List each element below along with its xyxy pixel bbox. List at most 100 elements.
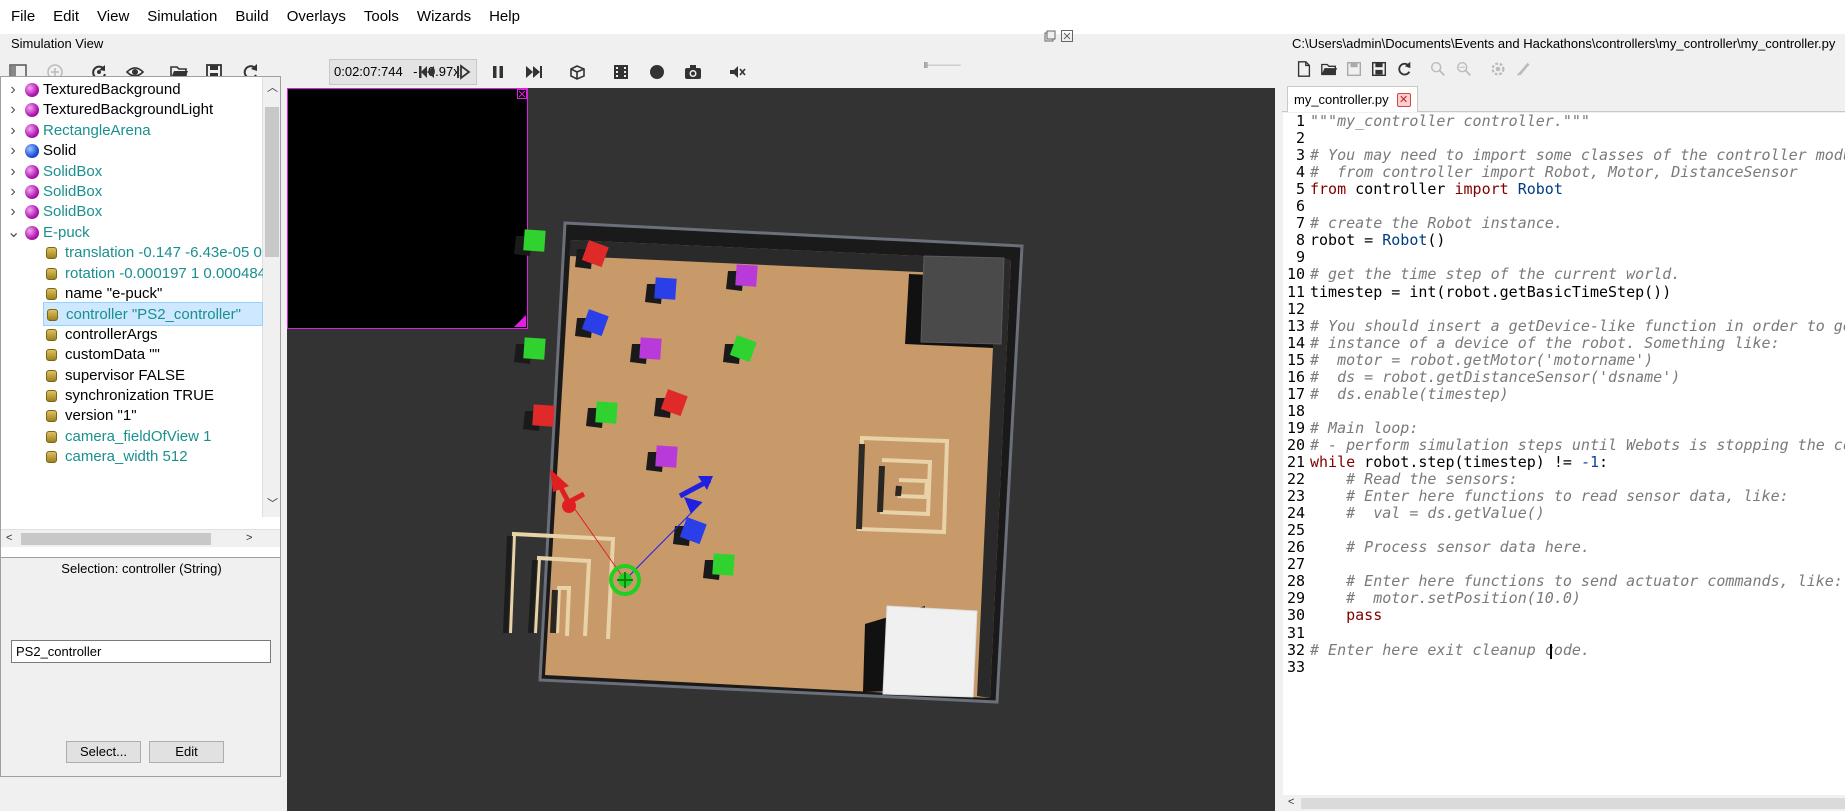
code-line[interactable]: """my_controller controller.""" xyxy=(1310,113,1590,130)
line-number: 29 xyxy=(1286,589,1305,608)
code-line[interactable]: # Read the sensors: xyxy=(1310,470,1518,488)
line-number: 21 xyxy=(1286,453,1305,471)
code-line[interactable]: robot = Robot() xyxy=(1310,232,1445,249)
scene-tree-field[interactable]: camera_width 512 xyxy=(1,445,263,469)
scrollbar-thumb[interactable] xyxy=(1301,798,1845,809)
code-line[interactable]: # from controller import Robot, Motor, D… xyxy=(1310,164,1798,181)
record-icon[interactable] xyxy=(647,62,667,82)
code-line[interactable]: while robot.step(timestep) != -1: xyxy=(1310,453,1608,471)
save-file-icon[interactable] xyxy=(1344,59,1364,79)
node-sphere-icon xyxy=(25,185,39,199)
code-line[interactable]: # - perform simulation steps until Webot… xyxy=(1310,436,1845,454)
code-line[interactable]: pass xyxy=(1310,607,1382,624)
pause-icon[interactable] xyxy=(488,62,508,82)
code-line[interactable]: # Process sensor data here. xyxy=(1310,539,1590,556)
line-number: 7 xyxy=(1295,214,1305,233)
find-icon[interactable] xyxy=(1428,59,1448,79)
code-editor[interactable]: 1 2 3 4 5 6 7 8 9 10 11 12 13 14 15 16 17 18 19 20 21 22 23 24 2… xyxy=(1283,113,1845,795)
menu-view[interactable]: View xyxy=(88,0,138,34)
scroll-left-icon[interactable]: < xyxy=(1288,796,1294,808)
menu-wizards[interactable]: Wizards xyxy=(408,0,480,34)
code-line[interactable]: # motor.setPosition(10.0) xyxy=(1310,590,1581,607)
cube-icon[interactable] xyxy=(567,62,587,82)
line-number: 32 xyxy=(1286,640,1305,659)
code-line[interactable]: # ds.enable(timestep) xyxy=(1310,385,1509,403)
field-cylinder-icon xyxy=(46,369,57,382)
code-line[interactable]: # motor = robot.getMotor('motorname') xyxy=(1310,351,1653,369)
code-line[interactable]: # Main loop: xyxy=(1310,419,1418,437)
step-icon[interactable] xyxy=(453,62,473,82)
solid-box-cube[interactable] xyxy=(514,337,546,364)
field-cylinder-icon xyxy=(46,430,57,443)
field-cylinder-icon xyxy=(46,349,57,362)
menu-build[interactable]: Build xyxy=(226,0,277,34)
clean-icon[interactable] xyxy=(1514,59,1534,79)
video-record-icon[interactable] xyxy=(611,62,631,82)
node-sphere-icon xyxy=(25,123,39,138)
solid-box-cube[interactable] xyxy=(514,229,546,256)
code-line[interactable]: # create the Robot instance. xyxy=(1310,215,1563,232)
scene-tree-vertical-scrollbar[interactable]: ︿ ﹀ xyxy=(262,77,280,517)
revert-icon[interactable] xyxy=(1394,59,1414,79)
code-horizontal-scrollbar[interactable]: < xyxy=(1283,796,1845,811)
line-number: 33 xyxy=(1286,657,1305,676)
line-number: 5 xyxy=(1295,180,1305,199)
scrollbar-thumb[interactable] xyxy=(265,107,279,257)
line-number: 13 xyxy=(1286,316,1305,335)
node-sphere-icon xyxy=(25,144,39,159)
build-icon[interactable] xyxy=(1488,59,1508,79)
code-line[interactable]: # Enter here functions to read sensor da… xyxy=(1310,488,1789,505)
open-file-icon[interactable] xyxy=(1319,59,1339,79)
code-line[interactable]: # You may need to import some classes of… xyxy=(1310,147,1845,164)
dark-box xyxy=(920,255,1005,345)
field-label: camera_width 512 xyxy=(65,448,188,466)
code-line[interactable]: # Enter here functions to send actuator … xyxy=(1310,573,1843,590)
code-line[interactable]: # Enter here exit cleanup code. xyxy=(1310,641,1590,659)
new-file-icon[interactable] xyxy=(1294,59,1314,79)
float-panel-icon[interactable] xyxy=(1044,30,1056,42)
controller-field-input[interactable]: PS2_controller xyxy=(11,640,271,663)
menu-tools[interactable]: Tools xyxy=(355,0,408,34)
scroll-down-icon[interactable]: ﹀ xyxy=(267,495,278,511)
node-sphere-icon xyxy=(25,205,39,220)
node-sphere-icon xyxy=(25,164,39,179)
tab-close-icon[interactable]: ✕ xyxy=(1396,93,1411,107)
step-back-icon[interactable] xyxy=(416,62,436,82)
save-as-icon[interactable] xyxy=(1369,59,1389,79)
3d-view[interactable] xyxy=(287,88,1275,811)
replace-icon[interactable] xyxy=(1454,59,1474,79)
speaker-mute-icon[interactable] xyxy=(727,62,747,82)
code-line[interactable]: from controller import Robot xyxy=(1310,181,1563,198)
edit-button[interactable]: Edit xyxy=(149,741,224,763)
scene-tree-horizontal-scrollbar[interactable]: < > xyxy=(1,529,280,547)
menu-file[interactable]: File xyxy=(2,0,44,34)
fast-forward-icon[interactable] xyxy=(524,62,544,82)
code-line[interactable]: # ds = robot.getDistanceSensor('dsname') xyxy=(1310,368,1680,386)
solid-box-cube[interactable] xyxy=(523,404,555,431)
scene-tree[interactable]: ︿ ﹀ < > › TexturedBackground › TexturedBack… xyxy=(0,76,281,572)
node-sphere-icon xyxy=(25,83,39,97)
scroll-up-icon[interactable]: ︿ xyxy=(267,79,278,95)
menu-edit[interactable]: Edit xyxy=(44,0,88,34)
close-panel-icon[interactable] xyxy=(1061,30,1073,42)
menu-help[interactable]: Help xyxy=(480,0,529,34)
menu-overlays[interactable]: Overlays xyxy=(278,0,355,34)
line-number: 15 xyxy=(1286,350,1305,369)
code-line[interactable]: # instance of a device of the robot. Som… xyxy=(1310,334,1780,352)
code-line[interactable]: # You should insert a getDevice-like fun… xyxy=(1310,317,1845,335)
line-number: 16 xyxy=(1286,367,1305,386)
editor-toolbar xyxy=(1280,54,1845,84)
code-line[interactable]: # get the time step of the current world… xyxy=(1310,266,1680,283)
scroll-right-icon[interactable]: > xyxy=(246,532,252,544)
menu-simulation[interactable]: Simulation xyxy=(138,0,226,34)
scrollbar-thumb[interactable] xyxy=(21,533,211,545)
white-box xyxy=(882,605,978,698)
select-button[interactable]: Select... xyxy=(66,741,141,763)
code-line[interactable]: timestep = int(robot.getBasicTimeStep()) xyxy=(1310,283,1671,301)
scroll-left-icon[interactable]: < xyxy=(6,532,12,544)
code-line[interactable]: # val = ds.getValue() xyxy=(1310,505,1545,522)
camera-screenshot-icon[interactable] xyxy=(683,62,703,82)
line-number: 8 xyxy=(1295,231,1305,250)
volume-slider[interactable] xyxy=(900,62,985,68)
tab-my-controller-py[interactable]: my_controller.py ✕ xyxy=(1287,86,1418,112)
